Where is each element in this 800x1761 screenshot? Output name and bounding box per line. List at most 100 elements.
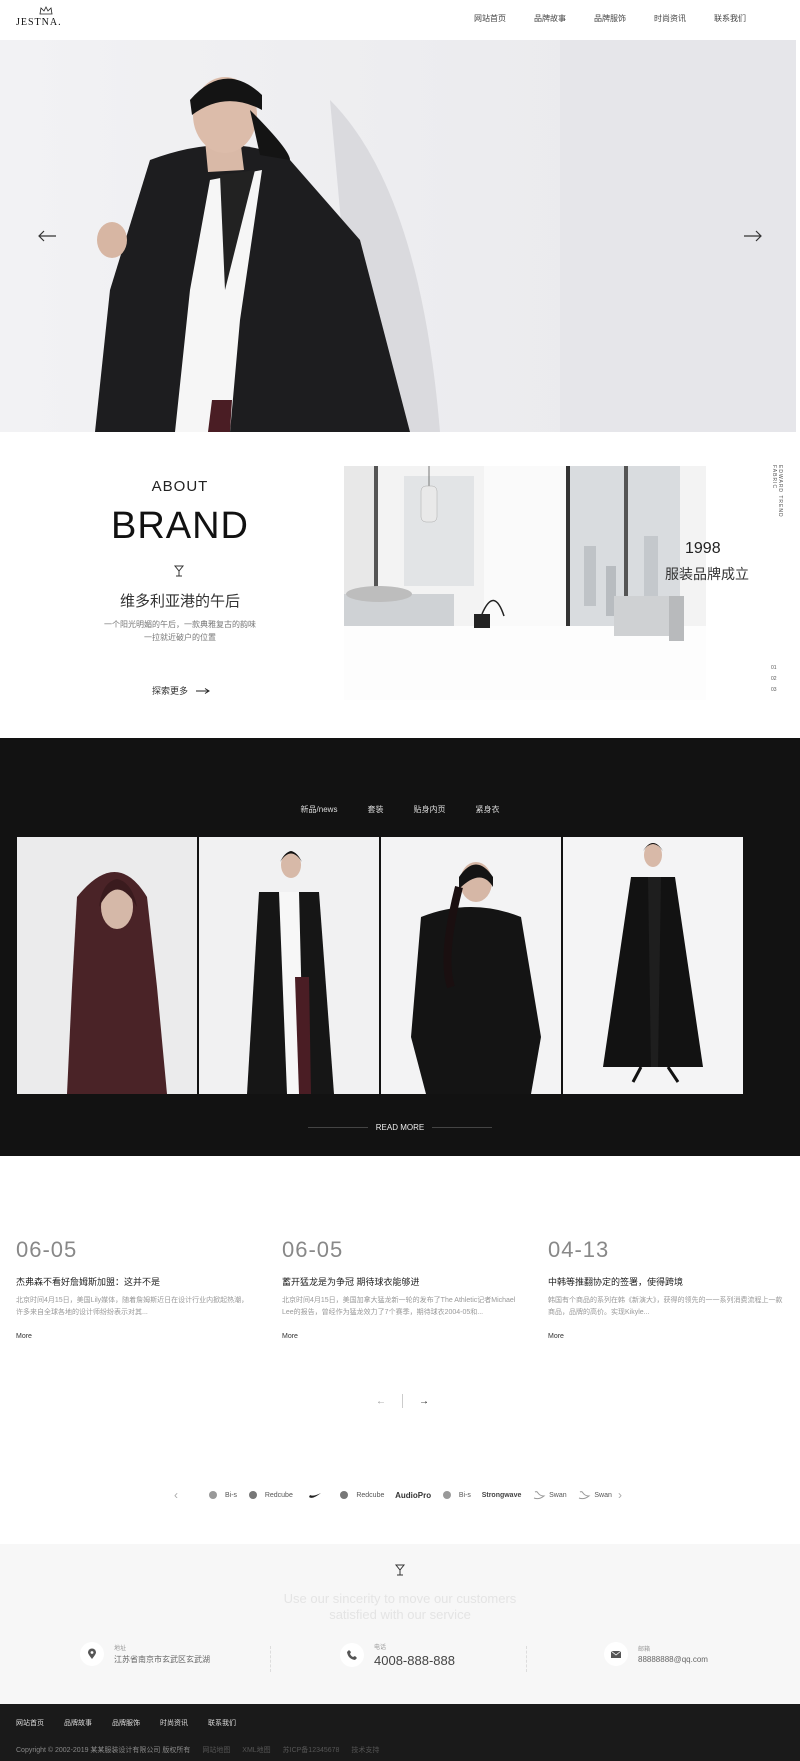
nav-item-fashion-news[interactable]: 时尚资讯 [640,13,700,24]
swoosh-icon [308,1493,321,1498]
product-image [381,837,561,1094]
nav-item-brand-apparel[interactable]: 品牌服饰 [580,13,640,24]
contact-phone: 电话 4008-888-888 [340,1642,455,1668]
founding-caption: 服装品牌成立 [665,566,749,582]
news-pager: ← → [376,1394,429,1408]
hero-prev-arrow-icon[interactable] [36,228,58,244]
partner-logo[interactable]: Strongwave [482,1488,522,1502]
product-card[interactable] [199,837,379,1094]
news-more-link[interactable]: More [282,1333,520,1340]
slide-indicator-1[interactable]: 01 [771,666,777,671]
news-excerpt: 韩国有个商品的系列在韩《新演大》，获得的领先的一一系列消费流程上一款商品，品牌的… [548,1297,783,1316]
about-slide-indicators: 01 02 03 [771,666,777,693]
hero-banner [0,40,796,432]
explore-more-link[interactable]: 探索更多 [152,684,210,697]
partner-logo[interactable]: Swan [577,1488,612,1502]
copyright-bar: Copyright © 2002-2019 某某服装设计有限公司 版权所有 网站… [16,1745,389,1755]
circle-logo-icon [340,1491,349,1499]
partner-logo[interactable]: Bi-s [442,1488,471,1502]
contact-divider [526,1646,527,1672]
crown-icon [39,6,53,15]
partner-logo-nike[interactable] [304,1488,329,1502]
news-title[interactable]: 蓄开猛龙是为争冠 期待球衣能够进 [282,1275,520,1288]
slide-indicator-2[interactable]: 02 [771,677,777,682]
about-heading-block: ABOUT BRAND [100,478,260,548]
news-next-button[interactable]: → [419,1396,429,1407]
tab-new[interactable]: 新品/news [301,804,338,815]
pager-divider [402,1394,403,1408]
phone-value[interactable]: 4008-888-888 [374,1653,455,1668]
email-value[interactable]: 88888888@qq.com [638,1655,708,1664]
goblet-icon [394,1564,406,1576]
address-label: 地址 [114,1646,127,1652]
about-subtitle: 维多利亚港的午后 [119,593,240,610]
contact-address: 地址 江苏省南京市玄武区玄武湖 [80,1642,210,1666]
nav-item-contact[interactable]: 联系我们 [700,13,760,24]
top-navbar: JESTNA. 网站首页 品牌故事 品牌服饰 时尚资讯 联系我们 [0,0,800,40]
news-excerpt: 北京时间4月15日，美国加拿大猛龙新一轮的发布了The Athletic记者Mi… [282,1297,516,1316]
partners-next-arrow-icon[interactable]: › [618,1488,622,1502]
nav-item-home[interactable]: 网站首页 [460,13,520,24]
news-date: 04-13 [548,1237,610,1262]
tab-suits[interactable]: 套装 [367,804,383,815]
partner-logo[interactable]: Swan [532,1488,567,1502]
swan-icon [579,1491,591,1500]
product-card[interactable] [17,837,197,1094]
footer-link-xml[interactable]: XML地图 [242,1747,270,1754]
about-description: 一个阳光明媚的午后，一款典雅复古的韵味 一拉就近破户的位置 [95,618,265,644]
tab-innerwear[interactable]: 贴身内页 [413,804,445,815]
news-date: 06-05 [282,1237,344,1262]
brand-logo[interactable]: JESTNA. [16,6,76,34]
partner-logo[interactable]: Bi-s [208,1488,237,1502]
vertical-caption: EDWARD TREND FABRIC [771,465,783,518]
studio-illustration [344,466,706,700]
news-more-link[interactable]: More [16,1333,254,1340]
contact-email: 邮箱 88888888@qq.com [604,1642,708,1666]
slide-indicator-3[interactable]: 03 [771,688,777,693]
copyright-text: Copyright © 2002-2019 某某服装设计有限公司 版权所有 [16,1747,191,1754]
footer-link-home[interactable]: 网站首页 [16,1718,44,1728]
explore-more-label: 探索更多 [152,686,189,696]
hero-next-arrow-icon[interactable] [742,228,764,244]
swan-icon [533,1491,546,1500]
footer-link-icp[interactable]: 苏ICP备12345678 [283,1747,340,1754]
footer-link-fashion-news[interactable]: 时尚资讯 [160,1718,188,1728]
partner-logo[interactable]: Redcube [339,1488,384,1502]
founding-year: 1998 [685,540,721,557]
contact-slogan: Use our sincerity to move our customers … [0,1591,800,1623]
footer-link-brand-apparel[interactable]: 品牌服饰 [112,1718,140,1728]
partner-logos: Bi-s Redcube Redcube AudioPro Bi-s Stron… [208,1488,612,1502]
partners-prev-arrow-icon[interactable]: ‹ [174,1488,178,1502]
phone-label: 电话 [374,1645,387,1651]
news-excerpt: 北京时间4月15日，美国Lily媒体，随着詹姆斯近日在设计行业内掀起热潮，许多来… [16,1297,249,1316]
location-pin-icon [80,1642,104,1666]
news-list: 06-05 杰弗森不看好詹姆斯加盟：这并不是 北京时间4月15日，美国Lily媒… [16,1237,786,1340]
news-item[interactable]: 06-05 杰弗森不看好詹姆斯加盟：这并不是 北京时间4月15日，美国Lily媒… [16,1237,254,1340]
footer-link-support[interactable]: 技术支持 [351,1747,379,1754]
product-card[interactable] [381,837,561,1094]
nav-item-brand-story[interactable]: 品牌故事 [520,13,580,24]
news-title[interactable]: 中韩等推翻协定的签署，使得跨境 [548,1275,786,1288]
slogan-line-1: Use our sincerity to move our customers [283,1591,517,1606]
news-date: 06-05 [16,1237,78,1262]
product-grid [17,837,743,1094]
news-title[interactable]: 杰弗森不看好詹姆斯加盟：这并不是 [16,1275,254,1288]
main-menu: 网站首页 品牌故事 品牌服饰 时尚资讯 联系我们 [460,13,760,24]
news-more-link[interactable]: More [548,1333,786,1340]
tab-bodysuits[interactable]: 紧身衣 [475,804,499,815]
footer-link-sitemap[interactable]: 网站地图 [202,1747,230,1754]
product-image [199,837,379,1094]
partner-logo[interactable]: AudioPro [395,1488,431,1502]
footer-link-contact[interactable]: 联系我们 [208,1718,236,1728]
product-image [17,837,197,1094]
studio-image [344,466,706,700]
footer-link-brand-story[interactable]: 品牌故事 [64,1718,92,1728]
news-item[interactable]: 06-05 蓄开猛龙是为争冠 期待球衣能够进 北京时间4月15日，美国加拿大猛龙… [282,1237,520,1340]
news-item[interactable]: 04-13 中韩等推翻协定的签署，使得跨境 韩国有个商品的系列在韩《新演大》，获… [548,1237,786,1340]
product-card[interactable] [563,837,743,1094]
news-prev-button[interactable]: ← [376,1396,386,1407]
read-more-link[interactable]: READ MORE [308,1123,492,1132]
partner-logo[interactable]: Redcube [248,1488,293,1502]
hero-model-image [95,40,796,432]
about-desc-line-2: 一拉就近破户的位置 [144,633,216,642]
